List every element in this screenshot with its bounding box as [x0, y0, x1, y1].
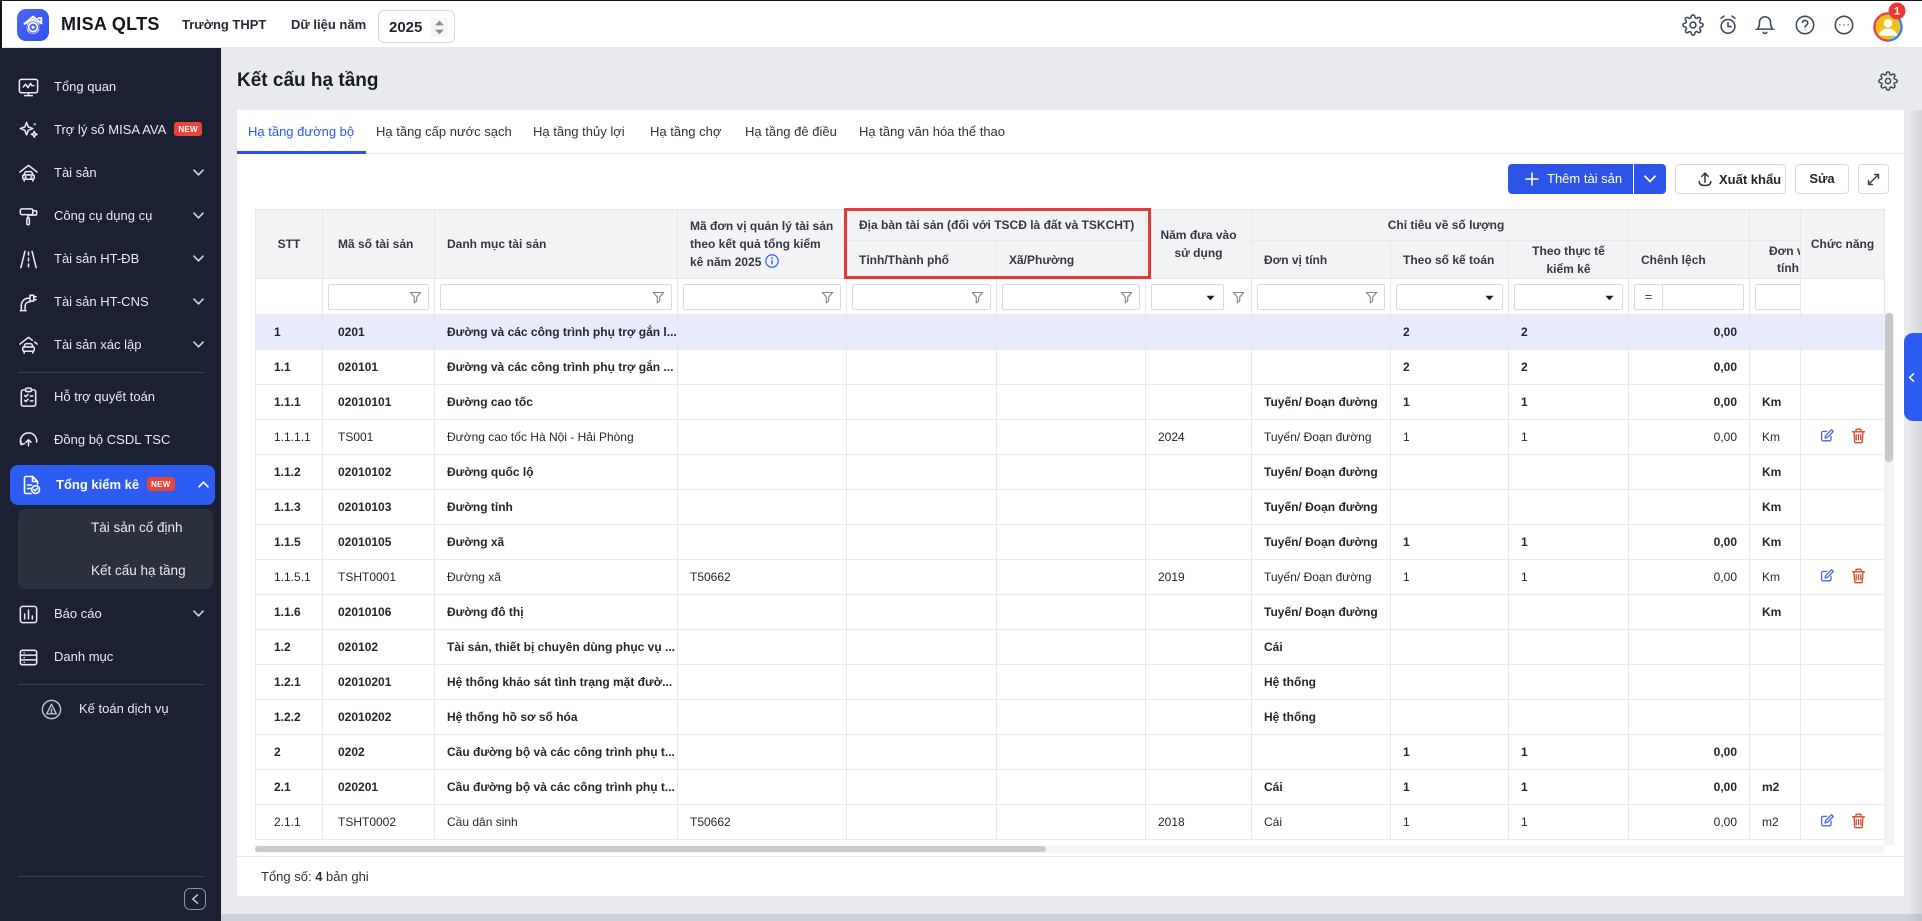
svg-text:1: 1: [1894, 6, 1900, 18]
